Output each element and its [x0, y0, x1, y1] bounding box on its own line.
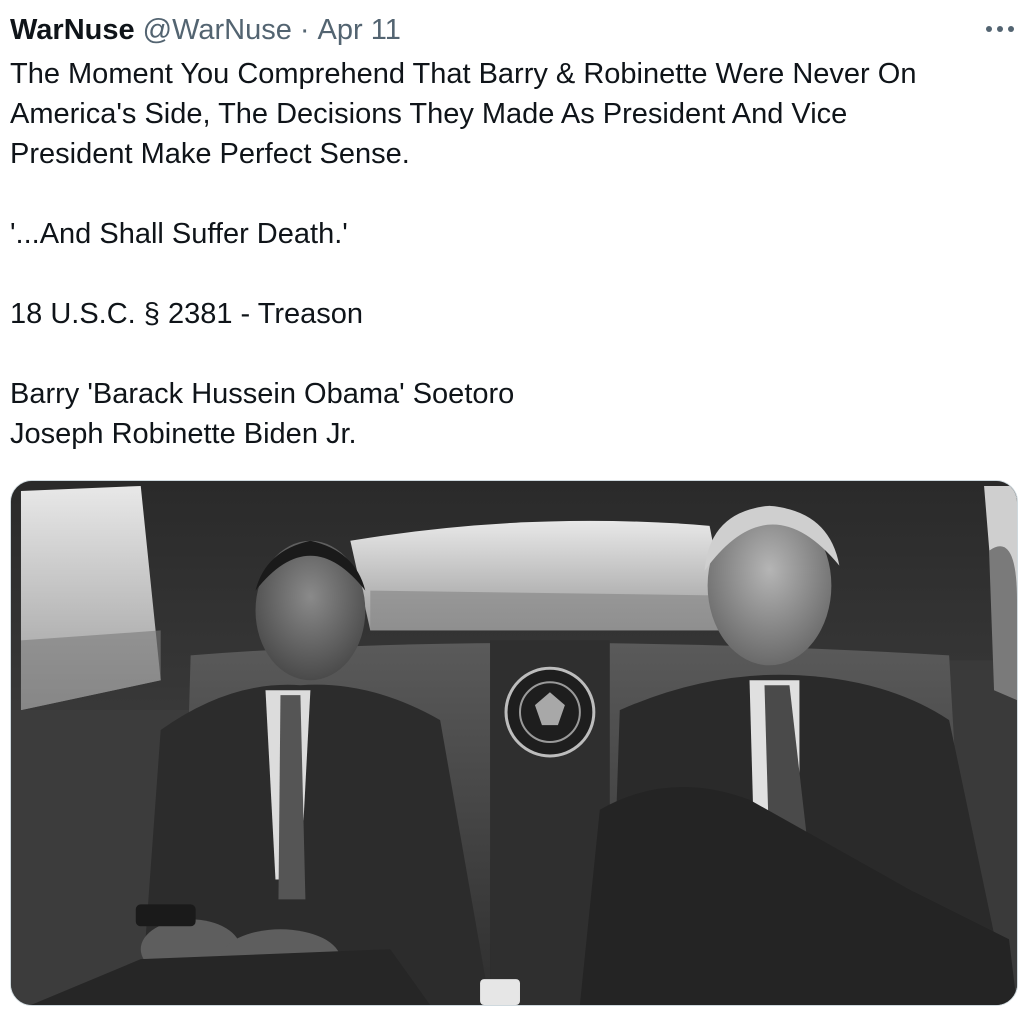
tweet-header: WarNuse @WarNuse · Apr 11 [10, 12, 401, 48]
tweet[interactable]: WarNuse @WarNuse · Apr 11 The Moment You… [0, 0, 1026, 1010]
author-handle[interactable]: @WarNuse [143, 12, 292, 48]
tweet-text-line: '...And Shall Suffer Death.' [10, 218, 348, 250]
tweet-text-line: America's Side, The Decisions They Made … [10, 98, 848, 130]
more-horizontal-icon[interactable] [982, 14, 1018, 44]
tweet-text-line: President Make Perfect Sense. [10, 138, 410, 170]
tweet-text-line: The Moment You Comprehend That Barry & R… [10, 58, 917, 90]
car-interior-photo [11, 481, 1017, 1005]
tweet-text-line: Joseph Robinette Biden Jr. [10, 418, 357, 450]
tweet-date[interactable]: Apr 11 [318, 12, 401, 48]
header-separator: · [299, 14, 310, 46]
tweet-text-line: 18 U.S.C. § 2381 - Treason [10, 298, 364, 330]
tweet-text: The Moment You Comprehend That Barry & R… [10, 54, 1010, 454]
tweet-text-line: Barry 'Barack Hussein Obama' Soetoro [10, 378, 515, 410]
author-display-name[interactable]: WarNuse [10, 12, 135, 48]
tweet-photo[interactable] [10, 480, 1018, 1006]
